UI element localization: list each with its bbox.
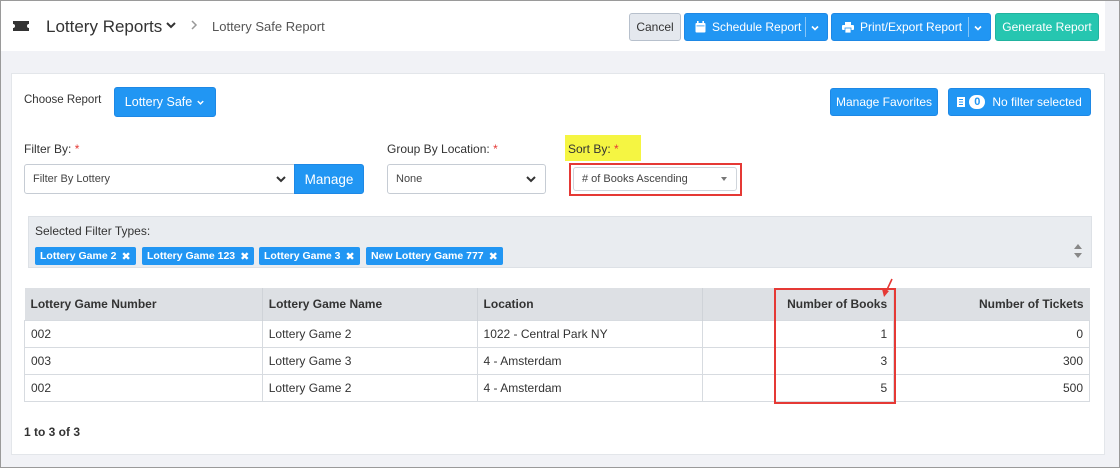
required-mark: * [614,142,619,156]
table-cell: 1022 - Central Park NY [476,320,704,348]
table-cell: 500 [893,374,1090,402]
filter-status-label: No filter selected [992,95,1082,109]
group-by-label: Group By Location: * [387,142,498,156]
filter-by-label: Filter By: * [24,142,79,156]
top-toolbar: Lottery Reports Lottery Safe Report Canc… [1,1,1105,51]
filter-chip-label: Lottery Game 2 [40,250,117,262]
page-title: Lottery Reports [46,17,163,36]
table-header-row: Lottery Game Number Lottery Game Name Lo… [24,288,1090,321]
table-cell: 4 - Amsterdam [476,374,704,402]
filter-chip[interactable]: Lottery Game 3 ✖ [259,247,360,265]
manage-button[interactable]: Manage [294,164,364,194]
close-icon[interactable]: ✖ [345,250,354,263]
column-header[interactable]: Lottery Game Name [262,288,478,321]
column-header[interactable]: Lottery Game Number [24,288,263,321]
filter-chip-label: New Lottery Game 777 [371,250,484,262]
table-cell: 0 [893,320,1090,348]
report-selector-label: Lottery Safe [124,95,193,109]
annotation-arrow-icon [882,278,893,297]
calendar-icon [695,21,706,33]
column-header[interactable]: Location [477,288,704,321]
schedule-report-button[interactable]: Schedule Report [684,13,828,41]
generate-report-button[interactable]: Generate Report [995,13,1099,41]
ticket-icon [13,21,29,31]
filter-chip[interactable]: Lottery Game 123 ✖ [142,247,255,265]
filter-chip-label: Lottery Game 3 [264,250,341,262]
chevron-down-icon[interactable] [164,18,178,32]
chevron-down-icon [526,176,536,183]
group-by-value: None [396,173,423,185]
table-cell: 003 [24,347,263,375]
filter-by-value: Filter By Lottery [33,173,111,185]
column-header[interactable]: Number of Tickets [893,288,1090,321]
printer-icon [842,21,854,33]
selected-filters-box: Selected Filter Types: Lottery Game 2 ✖ … [28,216,1092,268]
sort-by-label: Sort By: * [568,142,619,156]
sort-by-text: Sort By: [568,142,611,156]
close-icon[interactable]: ✖ [489,250,498,263]
selected-filters-title: Selected Filter Types: [35,224,151,238]
group-by-select[interactable]: None [387,164,546,194]
table-row: 003 Lottery Game 3 4 - Amsterdam 3 300 [24,347,1090,375]
close-icon[interactable]: ✖ [240,250,249,263]
print-export-label: Print/Export Report [860,20,963,34]
chevron-down-icon [276,176,286,183]
table-cell: 300 [893,347,1090,375]
split-divider [805,17,806,37]
table-row: 002 Lottery Game 2 4 - Amsterdam 5 500 [24,374,1090,402]
report-table: Lottery Game Number Lottery Game Name Lo… [24,288,1090,402]
filter-chip[interactable]: Lottery Game 2 ✖ [35,247,136,265]
chevron-right-icon [191,20,198,30]
print-export-button[interactable]: Print/Export Report [831,13,991,41]
filter-count-badge: 0 [969,95,986,109]
cancel-button[interactable]: Cancel [629,13,681,41]
table-cell: 4 - Amsterdam [476,347,704,375]
app-window: Lottery Reports Lottery Safe Report Canc… [0,0,1120,468]
sort-arrows-icon[interactable] [1073,242,1083,260]
breadcrumb: Lottery Safe Report [212,19,325,34]
report-panel: Choose Report Lottery Safe Manage Favori… [11,73,1105,455]
filter-status-button[interactable]: 0 No filter selected [948,88,1091,116]
filter-by-select[interactable]: Filter By Lottery [24,164,296,194]
chevron-down-icon [197,100,204,105]
split-divider [968,17,969,37]
group-by-text: Group By Location: [387,142,490,156]
choose-report-label: Choose Report [24,94,102,106]
list-icon [957,97,966,107]
close-icon[interactable]: ✖ [121,250,130,263]
table-row: 002 Lottery Game 2 1022 - Central Park N… [24,320,1090,348]
manage-favorites-button[interactable]: Manage Favorites [830,88,938,116]
filter-by-text: Filter By: [24,142,72,156]
table-cell: Lottery Game 3 [261,347,478,375]
required-mark: * [74,142,80,156]
table-cell: 002 [24,374,263,402]
chevron-down-icon[interactable] [810,23,820,33]
sort-by-annotation-box [569,163,742,196]
required-mark: * [493,142,498,156]
table-cell: Lottery Game 2 [261,320,478,348]
filter-chip-label: Lottery Game 123 [147,250,236,262]
pagination-summary: 1 to 3 of 3 [24,425,81,439]
filter-chip[interactable]: New Lottery Game 777 ✖ [366,247,503,265]
table-cell: 002 [24,320,263,348]
books-column-annotation-box [774,288,896,404]
table-cell: Lottery Game 2 [261,374,478,402]
chevron-down-icon[interactable] [973,23,983,33]
schedule-report-label: Schedule Report [712,20,802,34]
report-selector-button[interactable]: Lottery Safe [114,87,216,117]
